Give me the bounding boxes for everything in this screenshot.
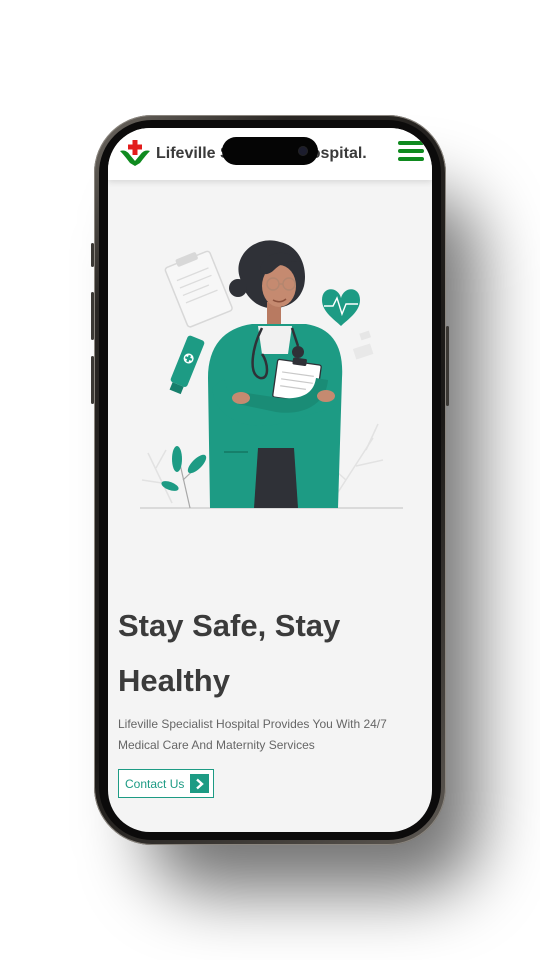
plant-icon xyxy=(161,446,207,509)
heart-icon xyxy=(322,289,360,326)
action-button xyxy=(91,243,94,267)
chevron-right-icon xyxy=(190,774,209,793)
dynamic-island xyxy=(222,137,318,165)
camera-lens xyxy=(298,146,308,156)
volume-up-button xyxy=(91,292,94,340)
hero-description: Lifeville Specialist Hospital Provides Y… xyxy=(118,717,387,752)
contact-us-label: Contact Us xyxy=(125,776,185,791)
contact-us-button[interactable]: Contact Us xyxy=(118,769,214,798)
hero-title: Stay Safe, Stay Healthy xyxy=(118,608,341,698)
doctor-figure xyxy=(208,240,343,508)
hamburger-menu-icon[interactable] xyxy=(398,141,424,163)
doctor-illustration xyxy=(140,240,403,509)
medical-cross-logo-icon[interactable] xyxy=(118,139,152,167)
volume-down-button xyxy=(91,356,94,404)
menu-bar xyxy=(398,141,424,145)
power-button xyxy=(446,326,449,406)
phone-screen: Lifeville Specialist Hospital. xyxy=(108,128,432,832)
menu-bar xyxy=(398,149,424,153)
menu-bar xyxy=(398,157,424,161)
ointment-tube-icon xyxy=(169,335,205,395)
